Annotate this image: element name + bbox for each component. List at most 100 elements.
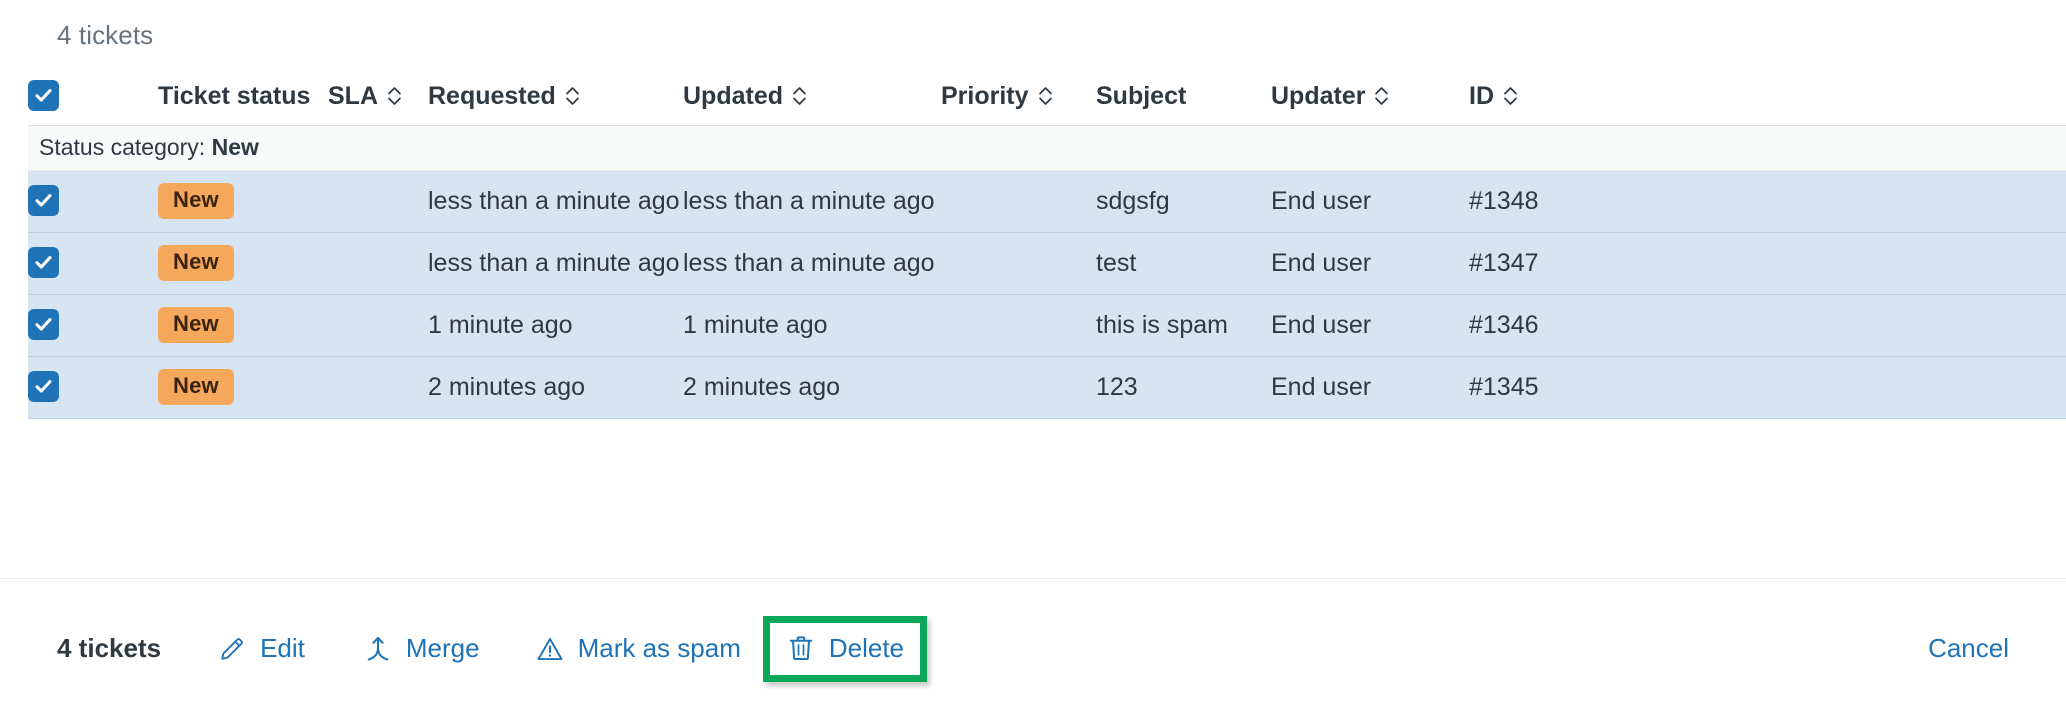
sort-icon[interactable] [792,85,807,107]
pencil-icon [217,634,247,664]
row-sla-cell [328,170,428,233]
column-header-requested[interactable]: Requested [428,68,683,125]
row-id-cell: #1348 [1469,170,2066,233]
sort-icon[interactable] [1038,85,1053,107]
mark-as-spam-label: Mark as spam [577,633,741,663]
column-header-ticket-status[interactable]: Ticket status [158,68,328,125]
column-label-id: ID [1469,81,1494,110]
column-header-id[interactable]: ID [1469,68,2066,125]
row-requested-cell: 1 minute ago [428,294,683,357]
row-status-cell: New [158,170,328,233]
cancel-button[interactable]: Cancel [1928,579,2009,718]
row-requested-cell: 2 minutes ago [428,356,683,419]
row-updater-cell: End user [1271,232,1469,295]
row-checkbox[interactable] [28,371,59,402]
merge-icon [363,634,393,664]
sort-icon[interactable] [1374,85,1389,107]
delete-label: Delete [828,632,905,663]
edit-label: Edit [260,633,305,663]
row-checkbox[interactable] [28,247,59,278]
row-checkbox-cell [28,356,158,419]
column-label-updated: Updated [683,81,783,110]
row-updated-cell: 2 minutes ago [683,356,941,419]
row-status-cell: New [158,294,328,357]
row-subject-cell: this is spam [1096,294,1271,357]
status-badge: New [158,369,234,405]
row-priority-cell [941,294,1096,357]
column-header-subject[interactable]: Subject [1096,68,1271,125]
row-requested-cell: less than a minute ago [428,232,683,295]
trash-icon [786,633,816,663]
status-category-group-row: Status category: New [28,124,2066,171]
table-header-row: Ticket status SLA Requested Updated Prio… [28,68,2066,125]
row-updated-cell: less than a minute ago [683,170,941,233]
column-label-subject: Subject [1096,81,1187,110]
row-updated-cell: less than a minute ago [683,232,941,295]
mark-as-spam-button[interactable]: Mark as spam [535,633,741,664]
row-status-cell: New [158,232,328,295]
row-subject-cell: sdgsfg [1096,170,1271,233]
bulk-actions-group: 4 tickets Edit Merge Mark as spam Delete [57,579,928,718]
status-category-prefix: Status category: [39,134,212,160]
row-updater-cell: End user [1271,170,1469,233]
merge-label: Merge [405,633,480,663]
table-row[interactable]: New less than a minute ago less than a m… [28,170,2066,233]
row-checkbox-cell [28,170,158,233]
column-label-sla: SLA [328,81,378,110]
table-row[interactable]: New 2 minutes ago 2 minutes ago 123 End … [28,356,2066,419]
column-header-updater[interactable]: Updater [1271,68,1469,125]
status-category-cell: Status category: New [28,124,2066,171]
sort-icon[interactable] [1503,85,1518,107]
row-sla-cell [328,356,428,419]
ticket-list-page: 4 tickets Ticket status SLA Requested Up… [0,0,2066,718]
row-updater-cell: End user [1271,294,1469,357]
row-checkbox-cell [28,232,158,295]
row-priority-cell [941,170,1096,233]
bulk-action-toolbar: 4 tickets Edit Merge Mark as spam Delete… [0,579,2066,718]
table-body: Status category: New New less than a min… [28,124,2066,419]
row-id-cell: #1347 [1469,232,2066,295]
table-row[interactable]: New less than a minute ago less than a m… [28,232,2066,295]
tickets-table: Ticket status SLA Requested Updated Prio… [28,68,2066,419]
table-header: Ticket status SLA Requested Updated Prio… [28,68,2066,125]
status-badge: New [158,245,234,281]
column-label-ticket-status: Ticket status [158,81,311,110]
select-all-header [28,68,158,125]
edit-button[interactable]: Edit [217,633,305,664]
column-header-priority[interactable]: Priority [941,68,1096,125]
column-label-priority: Priority [941,81,1029,110]
row-subject-cell: 123 [1096,356,1271,419]
row-checkbox[interactable] [28,185,59,216]
column-label-updater: Updater [1271,81,1366,110]
tickets-table-container: Ticket status SLA Requested Updated Prio… [28,68,2066,419]
row-updated-cell: 1 minute ago [683,294,941,357]
status-badge: New [158,307,234,343]
row-checkbox[interactable] [28,309,59,340]
row-id-cell: #1346 [1469,294,2066,357]
row-subject-cell: test [1096,232,1271,295]
select-all-checkbox[interactable] [28,80,59,112]
merge-button[interactable]: Merge [363,633,480,664]
row-id-cell: #1345 [1469,356,2066,419]
table-row[interactable]: New 1 minute ago 1 minute ago this is sp… [28,294,2066,357]
row-checkbox-cell [28,294,158,357]
row-priority-cell [941,232,1096,295]
column-header-sla[interactable]: SLA [328,68,428,125]
row-updater-cell: End user [1271,356,1469,419]
column-header-updated[interactable]: Updated [683,68,941,125]
row-sla-cell [328,294,428,357]
column-label-requested: Requested [428,81,556,110]
sort-icon[interactable] [565,85,580,107]
sort-icon[interactable] [387,85,402,107]
row-priority-cell [941,356,1096,419]
ticket-count-label: 4 tickets [57,20,154,50]
warning-triangle-icon [535,634,565,664]
status-badge: New [158,183,234,219]
selection-count-label: 4 tickets [57,633,162,663]
row-status-cell: New [158,356,328,419]
delete-button[interactable]: Delete [786,633,904,664]
row-sla-cell [328,232,428,295]
status-category-value: New [211,134,259,160]
row-requested-cell: less than a minute ago [428,170,683,233]
delete-button-highlight: Delete [762,615,928,682]
